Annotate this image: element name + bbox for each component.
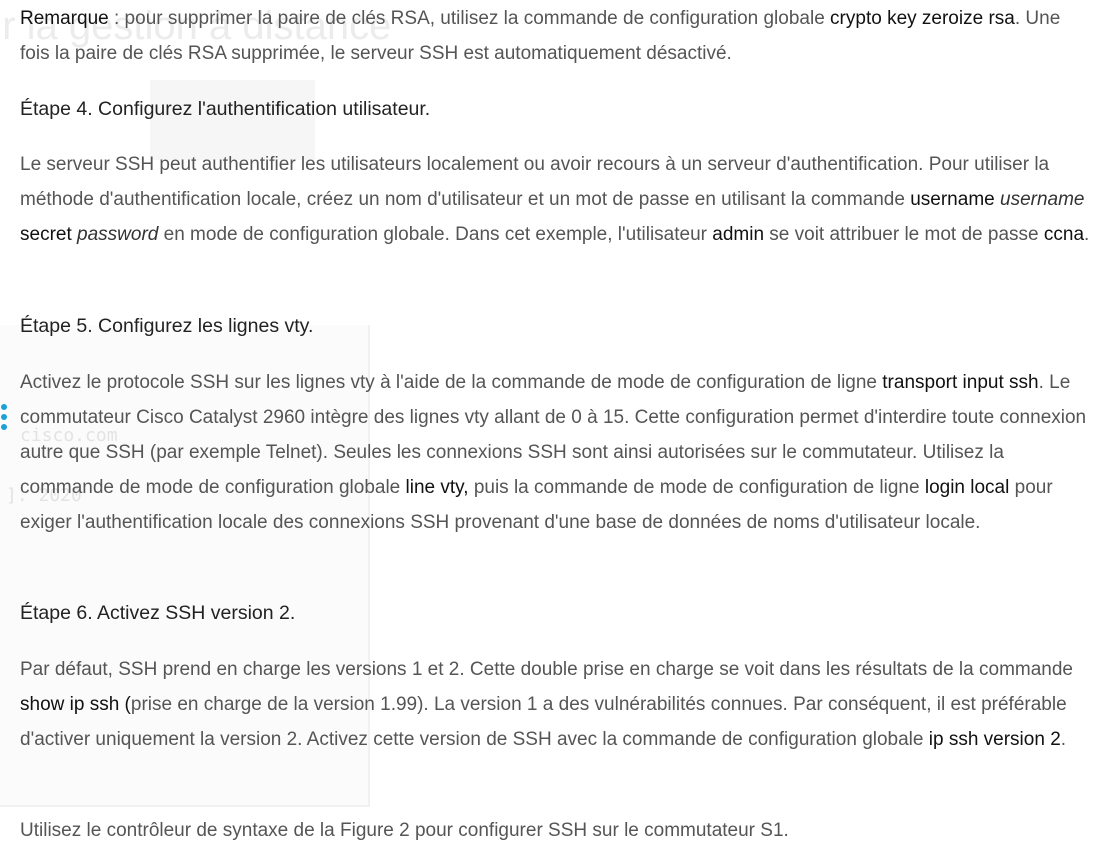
step-4-text-2: en mode de configuration globale. Dans c… — [158, 224, 713, 245]
step-5-text-1: Activez le protocole SSH sur les lignes … — [20, 372, 883, 393]
step-6-text-1: Par défaut, SSH prend en charge les vers… — [20, 659, 1073, 680]
step-5-heading: Étape 5. Configurez les lignes vty. — [20, 315, 314, 337]
step-4-text-1: Le serveur SSH peut authentifier les uti… — [20, 154, 1050, 210]
note-paragraph: Remarque : pour supprimer la paire de cl… — [20, 1, 1095, 71]
dot — [1, 414, 7, 420]
show-ip-ssh-command: show ip ssh ( — [20, 694, 131, 715]
step-6-paragraph: Par défaut, SSH prend en charge les vers… — [20, 652, 1095, 757]
step-5-paragraph: Activez le protocole SSH sur les lignes … — [20, 365, 1095, 540]
transport-input-ssh-command: transport input ssh — [882, 372, 1039, 393]
step-4-text-4: . — [1084, 224, 1090, 245]
username-argument: username — [1000, 189, 1085, 210]
secret-command: secret — [20, 224, 72, 245]
example-username: admin — [712, 224, 765, 245]
step-4-text-3: se voit attribuer le mot de passe — [764, 224, 1044, 245]
login-local-command: login local — [924, 477, 1010, 498]
step-6-text-3: . — [1060, 729, 1067, 750]
note-label: Remarque — [20, 8, 109, 29]
dot — [1, 404, 7, 410]
note-command: crypto key zeroize rsa — [830, 8, 1015, 29]
password-argument: password — [77, 224, 159, 245]
username-command: username — [910, 189, 995, 210]
example-password: ccna — [1043, 224, 1085, 245]
note-text-1: : pour supprimer la paire de clés RSA, u… — [108, 8, 831, 29]
step-5-text-3: puis la commande de mode de configuratio… — [468, 477, 925, 498]
step-6-text-2: prise en charge de la version 1.99). La … — [20, 694, 1067, 750]
more-options-icon[interactable] — [1, 404, 7, 434]
step-4-heading: Étape 4. Configurez l'authentification u… — [20, 98, 431, 120]
step-6-heading: Étape 6. Activez SSH version 2. — [20, 602, 296, 624]
final-paragraph: Utilisez le contrôleur de syntaxe de la … — [20, 820, 789, 841]
ip-ssh-version-command: ip ssh version 2 — [928, 729, 1061, 750]
line-vty-command: line vty, — [405, 477, 469, 498]
step-4-paragraph: Le serveur SSH peut authentifier les uti… — [20, 147, 1095, 252]
dot — [1, 424, 7, 430]
